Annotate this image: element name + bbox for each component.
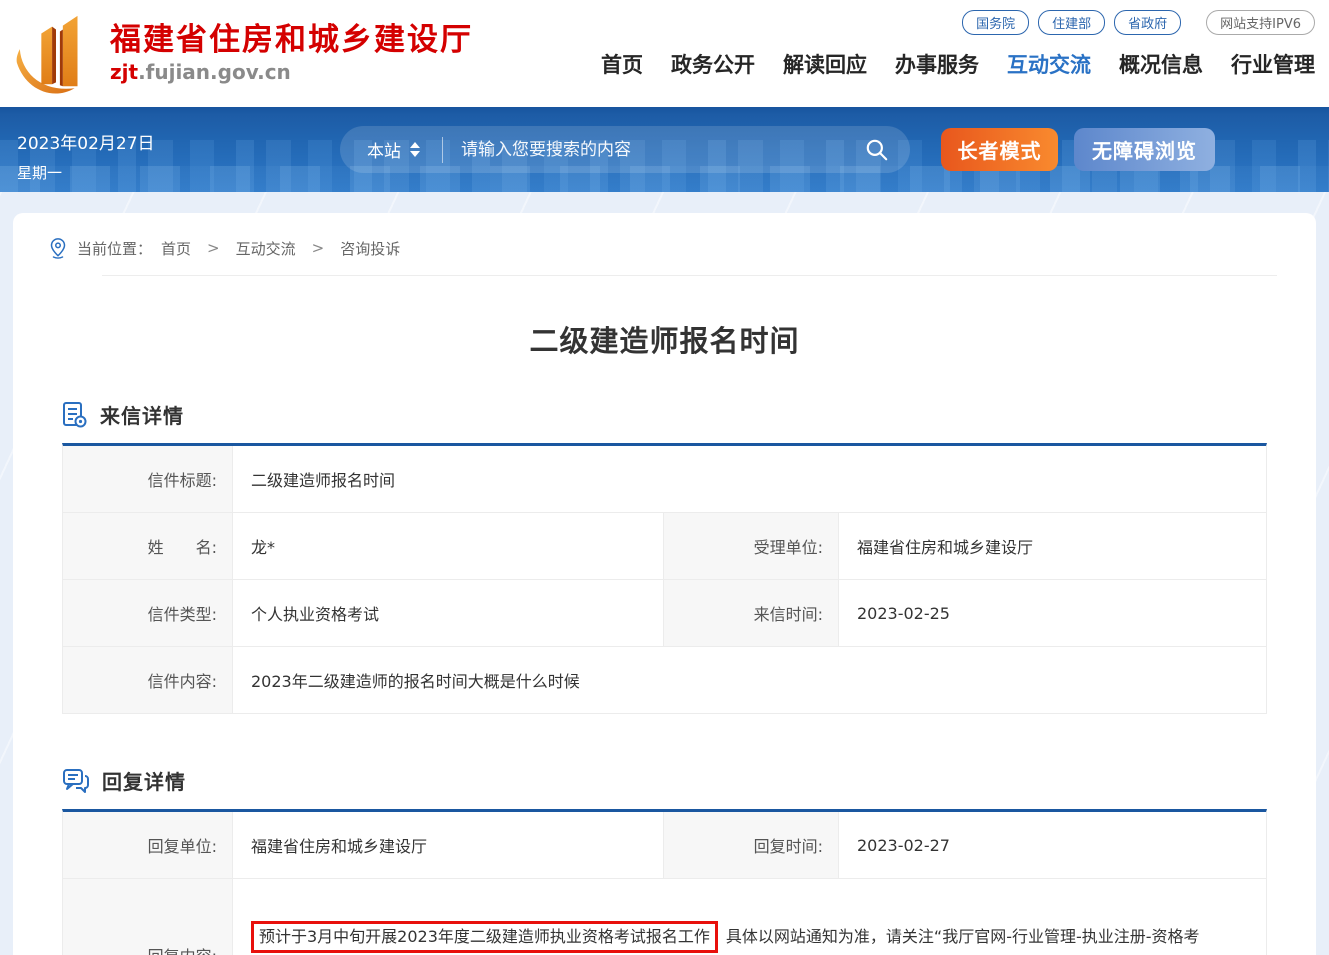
quick-links: 国务院 住建部 省政府 网站支持IPV6 [962,10,1315,35]
reply-unit-label: 回复单位: [63,812,233,879]
name-label: 姓 名: [63,513,233,580]
breadcrumb-prefix: 当前位置： [77,238,152,259]
ipv6-badge: 网站支持IPV6 [1206,10,1315,35]
page-title: 二级建造师报名时间 [62,318,1267,360]
banner-weekday: 星期一 [17,162,155,183]
reply-detail-icon [62,768,90,794]
site-header: 福建省住房和城乡建设厅 zjt.fujian.gov.cn 国务院 住建部 省政… [0,0,1329,107]
letter-time-value: 2023-02-25 [839,580,1266,647]
banner-buttons: 长者模式 无障碍浏览 [941,128,1215,171]
breadcrumb-divider [102,275,1277,276]
reply-section-title: 回复详情 [102,766,186,795]
link-state-council[interactable]: 国务院 [962,10,1029,35]
reply-content-value: 预计于3月中旬开展2023年度二级建造师执业资格考试报名工作具体以网站通知为准，… [233,879,1266,955]
reply-time-label: 回复时间: [664,812,839,879]
search-scope-label: 本站 [367,137,401,162]
page-background: 当前位置： 首页 > 互动交流 > 咨询投诉 二级建造师报名时间 来信详情 信件… [0,192,1329,955]
reply-unit-value: 福建省住房和城乡建设厅 [233,812,664,879]
letter-type-label: 信件类型: [63,580,233,647]
letter-title-value: 二级建造师报名时间 [233,446,1266,513]
logo-building-icon [12,10,100,98]
letter-content-label: 信件内容: [63,647,233,714]
nav-industry[interactable]: 行业管理 [1231,49,1315,79]
reply-detail-table: 回复单位: 福建省住房和城乡建设厅 回复时间: 2023-02-27 回复内容:… [62,809,1267,955]
accessibility-button[interactable]: 无障碍浏览 [1074,128,1215,171]
banner-date: 2023年02月27日 [17,129,155,154]
accept-unit-label: 受理单位: [664,513,839,580]
letter-detail-table: 信件标题: 二级建造师报名时间 姓 名: 龙* 受理单位: 福建省住房和城乡建设… [62,443,1267,714]
search-scope-select[interactable]: 本站 [367,137,420,162]
elder-mode-button[interactable]: 长者模式 [941,128,1058,171]
search-divider [442,137,443,163]
site-url-prefix: zjt [110,60,138,84]
nav-services[interactable]: 办事服务 [895,49,979,79]
accept-unit-value: 福建省住房和城乡建设厅 [839,513,1266,580]
hero-banner: 2023年02月27日 星期一 本站 长者模式 无障碍浏览 [0,107,1329,192]
reply-section-header: 回复详情 [62,766,1267,795]
search-icon [864,137,890,163]
letter-detail-icon [62,401,88,429]
nav-overview[interactable]: 概况信息 [1119,49,1203,79]
letter-type-value: 个人执业资格考试 [233,580,664,647]
breadcrumb-separator: > [312,239,325,257]
date-block: 2023年02月27日 星期一 [17,129,155,183]
nav-interaction[interactable]: 互动交流 [1007,49,1091,79]
letter-time-label: 来信时间: [664,580,839,647]
nav-gov-affairs[interactable]: 政务公开 [671,49,755,79]
letter-section-title: 来信详情 [100,400,184,429]
search-button[interactable] [864,137,890,163]
nav-home[interactable]: 首页 [601,49,643,79]
logo-text: 福建省住房和城乡建设厅 zjt.fujian.gov.cn [110,23,473,85]
breadcrumb-home[interactable]: 首页 [161,238,191,259]
breadcrumb-separator: > [207,239,220,257]
link-mohurd[interactable]: 住建部 [1038,10,1105,35]
site-logo[interactable]: 福建省住房和城乡建设厅 zjt.fujian.gov.cn [12,0,473,107]
main-nav: 首页 政务公开 解读回应 办事服务 互动交流 概况信息 行业管理 [601,49,1315,79]
search-input[interactable] [461,140,864,160]
nav-interpretation[interactable]: 解读回应 [783,49,867,79]
site-url-suffix: .fujian.gov.cn [138,60,291,84]
breadcrumb-consult[interactable]: 咨询投诉 [340,238,400,259]
letter-section-header: 来信详情 [62,400,1267,429]
reply-highlighted-text: 预计于3月中旬开展2023年度二级建造师执业资格考试报名工作 [251,921,718,953]
header-right: 国务院 住建部 省政府 网站支持IPV6 首页 政务公开 解读回应 办事服务 互… [601,0,1315,107]
breadcrumb: 当前位置： 首页 > 互动交流 > 咨询投诉 [48,213,1267,275]
site-name: 福建省住房和城乡建设厅 [110,23,473,59]
site-url: zjt.fujian.gov.cn [110,60,473,84]
chevron-updown-icon [410,142,420,157]
letter-content-value: 2023年二级建造师的报名时间大概是什么时候 [233,647,1266,714]
search-bar: 本站 [340,126,910,173]
reply-content-label: 回复内容: [63,879,233,955]
name-value: 龙* [233,513,664,580]
letter-title-label: 信件标题: [63,446,233,513]
reply-time-value: 2023-02-27 [839,812,1266,879]
content-card: 当前位置： 首页 > 互动交流 > 咨询投诉 二级建造师报名时间 来信详情 信件… [13,213,1316,955]
location-pin-icon [48,237,68,259]
breadcrumb-interaction[interactable]: 互动交流 [236,238,296,259]
link-provincial-gov[interactable]: 省政府 [1114,10,1181,35]
